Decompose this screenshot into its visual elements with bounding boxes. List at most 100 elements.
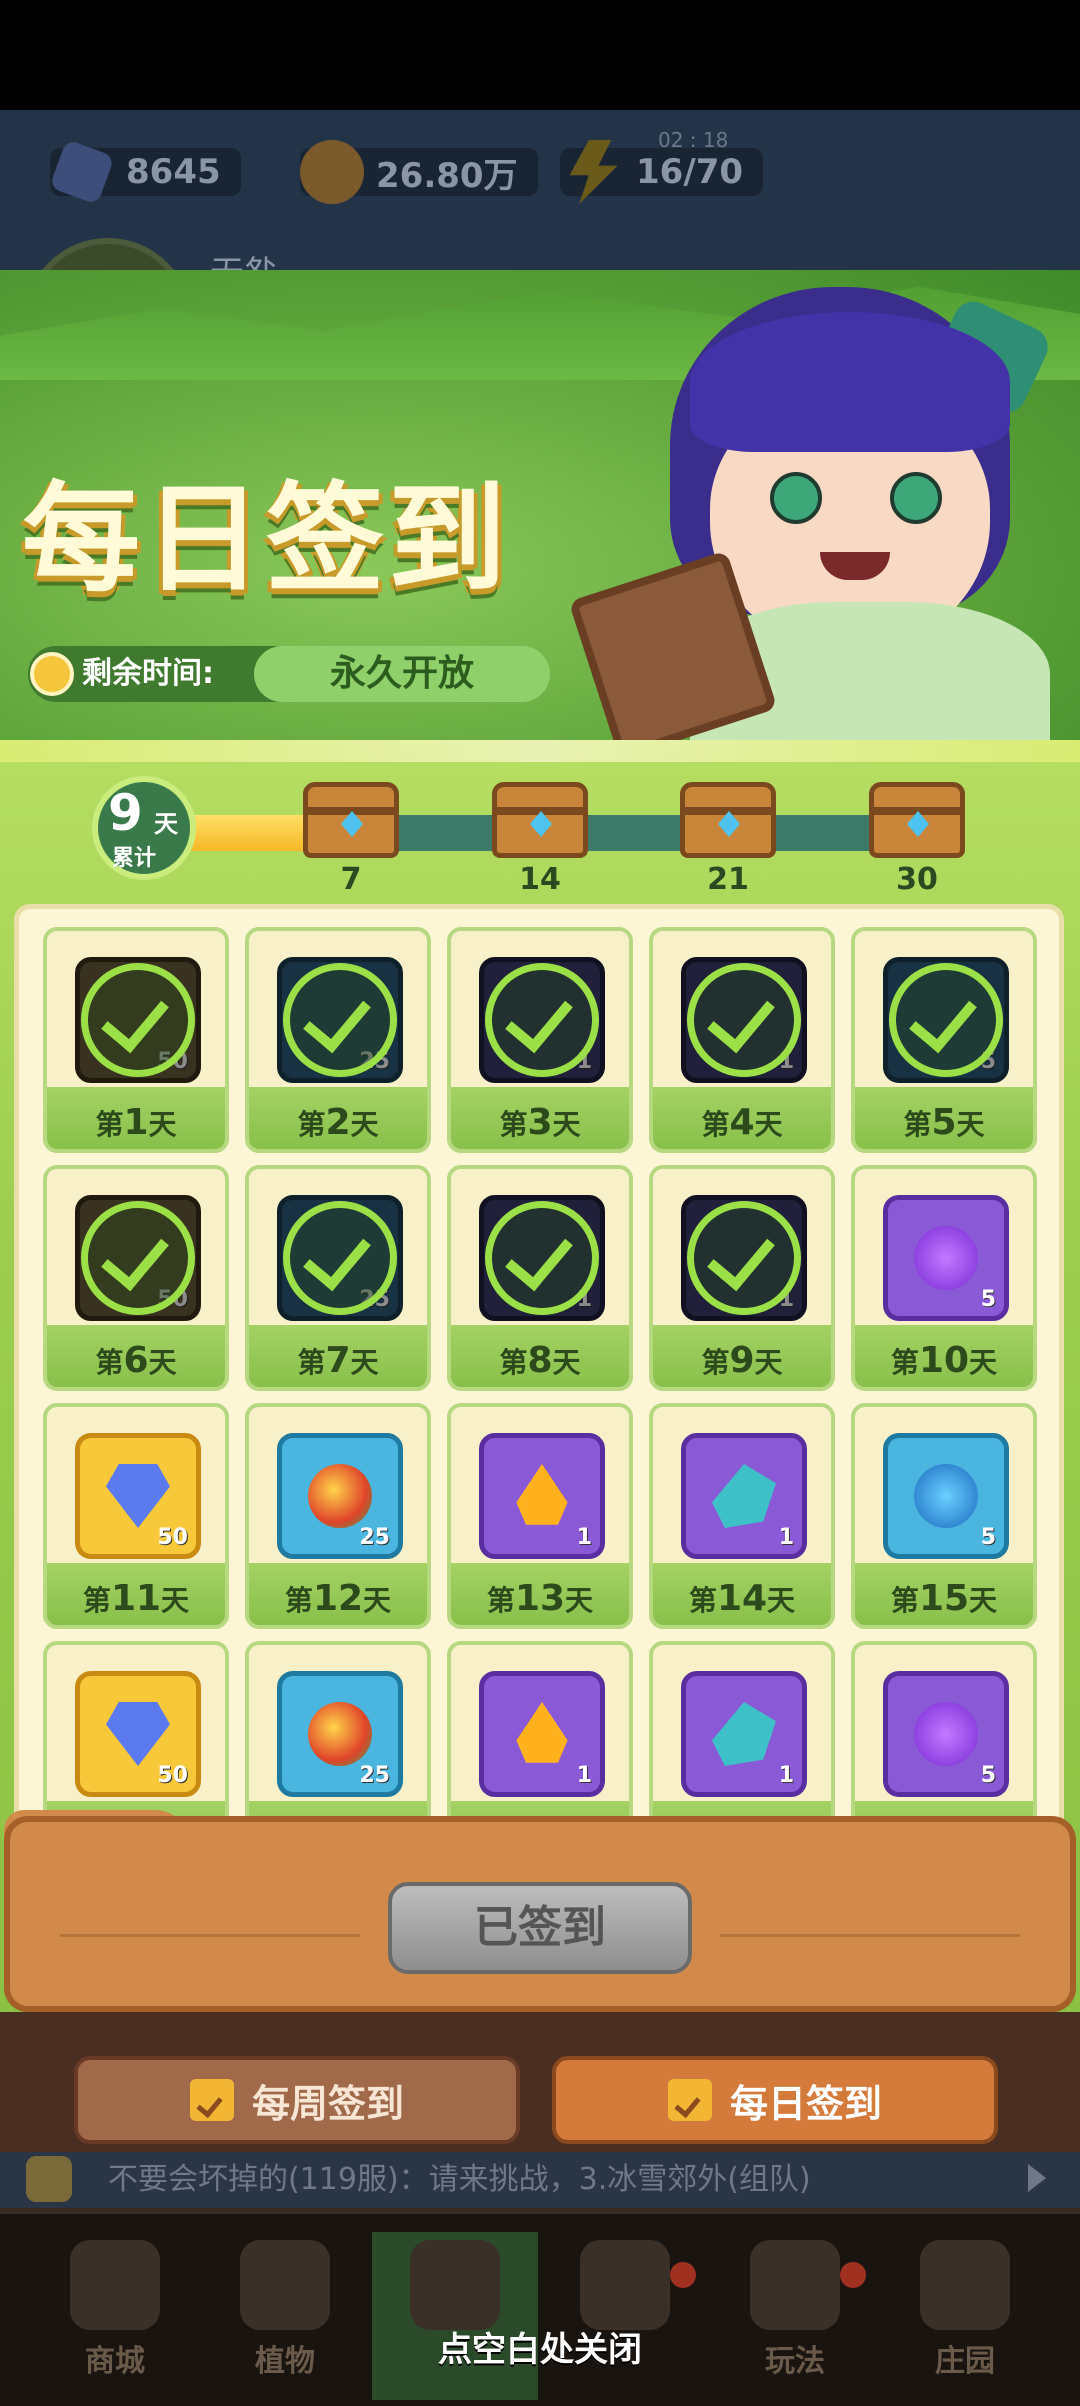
day-number: 3 xyxy=(527,1102,553,1143)
milestone-chest-30[interactable] xyxy=(869,782,965,858)
day-card[interactable]: 1 第13天 xyxy=(447,1403,633,1629)
day-number: 11 xyxy=(110,1578,162,1619)
day-prefix: 第 xyxy=(688,1584,717,1617)
check-icon xyxy=(687,1201,801,1315)
diamond-icon xyxy=(106,1464,170,1528)
day-label: 第2天 xyxy=(249,1102,427,1143)
gem-icon xyxy=(718,811,740,837)
day-number: 5 xyxy=(931,1102,957,1143)
day-prefix: 第 xyxy=(82,1584,111,1617)
day-suffix: 天 xyxy=(565,1584,594,1617)
day-suffix: 天 xyxy=(956,1108,985,1141)
day-prefix: 第 xyxy=(95,1346,124,1379)
day-label: 第9天 xyxy=(653,1340,831,1381)
day-card[interactable]: 5 第15天 xyxy=(851,1403,1037,1629)
day-prefix: 第 xyxy=(499,1108,528,1141)
day-prefix: 第 xyxy=(95,1108,124,1141)
day-number: 15 xyxy=(918,1578,970,1619)
reward-count: 5 xyxy=(980,1287,996,1312)
day-prefix: 第 xyxy=(499,1346,528,1379)
day-card[interactable]: 1 第9天 xyxy=(649,1165,835,1391)
day-card[interactable]: 25 第2天 xyxy=(245,927,431,1153)
day-label: 第13天 xyxy=(451,1578,629,1619)
day-suffix: 天 xyxy=(161,1584,190,1617)
day-card[interactable]: 5 第5天 xyxy=(851,927,1037,1153)
reward-item: 50 xyxy=(75,1671,201,1797)
day-prefix: 第 xyxy=(701,1108,730,1141)
day-label: 第7天 xyxy=(249,1340,427,1381)
reward-item: 50 xyxy=(75,1433,201,1559)
plant-icon xyxy=(240,2240,330,2330)
status-bar xyxy=(0,0,1080,110)
day-card[interactable]: 1 第8天 xyxy=(447,1165,633,1391)
day-card[interactable]: 5第20天 xyxy=(851,1641,1037,1839)
gold-resource[interactable]: 26.80万 xyxy=(300,140,538,204)
chevron-right-icon[interactable] xyxy=(1028,2164,1046,2192)
reward-item: 5 xyxy=(883,1433,1009,1559)
days-unit: 天 xyxy=(154,810,178,838)
divider xyxy=(720,1934,1020,1937)
reward-count: 50 xyxy=(157,1525,188,1550)
day-suffix: 天 xyxy=(148,1108,177,1141)
day-card[interactable]: 1 第14天 xyxy=(649,1403,835,1629)
day-card[interactable]: 25第17天 xyxy=(245,1641,431,1839)
close-hint[interactable]: 点空白处关闭 xyxy=(0,2322,1080,2371)
cumulative-days-badge: 9 天 累计 xyxy=(92,776,196,880)
signed-button[interactable]: 已签到 xyxy=(388,1882,692,1974)
day-suffix: 天 xyxy=(148,1346,177,1379)
day-number: 10 xyxy=(918,1340,970,1381)
timer-value: 永久开放 xyxy=(329,653,474,694)
check-icon xyxy=(283,1201,397,1315)
reward-count: 50 xyxy=(157,1763,188,1788)
tab-weekly-signin[interactable]: 每周签到 xyxy=(74,2056,520,2144)
sparkle-divider xyxy=(0,740,1080,762)
day-card[interactable]: 1 第3天 xyxy=(447,927,633,1153)
diamond-resource[interactable]: 8645 xyxy=(49,139,241,205)
tab-label: 每周签到 xyxy=(251,2081,404,2126)
day-suffix: 天 xyxy=(552,1346,581,1379)
day-label: 第8天 xyxy=(451,1340,629,1381)
chat-icon[interactable] xyxy=(26,2156,72,2202)
day-card[interactable]: 50 第6天 xyxy=(43,1165,229,1391)
day-prefix: 第 xyxy=(903,1108,932,1141)
day-card[interactable]: 25 第12天 xyxy=(245,1403,431,1629)
day-card[interactable]: 50 第1天 xyxy=(43,927,229,1153)
reward-count: 5 xyxy=(980,1763,996,1788)
day-card[interactable]: 1第18天 xyxy=(447,1641,633,1839)
check-icon xyxy=(283,963,397,1077)
day-card[interactable]: 1第19天 xyxy=(649,1641,835,1839)
milestone-label: 21 xyxy=(707,862,749,897)
day-suffix: 天 xyxy=(754,1346,783,1379)
day-label: 第15天 xyxy=(855,1578,1033,1619)
day-card[interactable]: 5 第10天 xyxy=(851,1165,1037,1391)
energy-timer: 02 : 18 xyxy=(658,128,729,152)
day-card[interactable]: 50 第11天 xyxy=(43,1403,229,1629)
reward-item: 1 xyxy=(479,1671,605,1797)
reward-item: 25 xyxy=(277,1671,403,1797)
day-label: 第11天 xyxy=(47,1578,225,1619)
days-label: 累计 xyxy=(112,846,157,871)
day-label: 第10天 xyxy=(855,1340,1033,1381)
milestone-chest-14[interactable] xyxy=(492,782,588,858)
day-card[interactable]: 1 第4天 xyxy=(649,927,835,1153)
day-suffix: 天 xyxy=(350,1346,379,1379)
day-label: 第6天 xyxy=(47,1340,225,1381)
calendar-icon xyxy=(189,2079,234,2121)
milestone-chest-7[interactable] xyxy=(303,782,399,858)
day-prefix: 第 xyxy=(297,1108,326,1141)
reward-count: 1 xyxy=(576,1525,592,1550)
reward-item: 1 xyxy=(681,1671,807,1797)
character-illustration xyxy=(568,272,1070,782)
day-suffix: 天 xyxy=(363,1584,392,1617)
reward-count: 1 xyxy=(778,1763,794,1788)
day-number: 8 xyxy=(527,1340,553,1381)
day-prefix: 第 xyxy=(890,1584,919,1617)
milestone-chest-21[interactable] xyxy=(680,782,776,858)
tab-daily-signin[interactable]: 每日签到 xyxy=(552,2056,998,2144)
day-suffix: 天 xyxy=(969,1346,998,1379)
day-card[interactable]: 25 第7天 xyxy=(245,1165,431,1391)
reward-count: 25 xyxy=(359,1763,390,1788)
reward-item: 5 xyxy=(883,1195,1009,1321)
day-label: 第1天 xyxy=(47,1102,225,1143)
check-icon xyxy=(81,963,195,1077)
